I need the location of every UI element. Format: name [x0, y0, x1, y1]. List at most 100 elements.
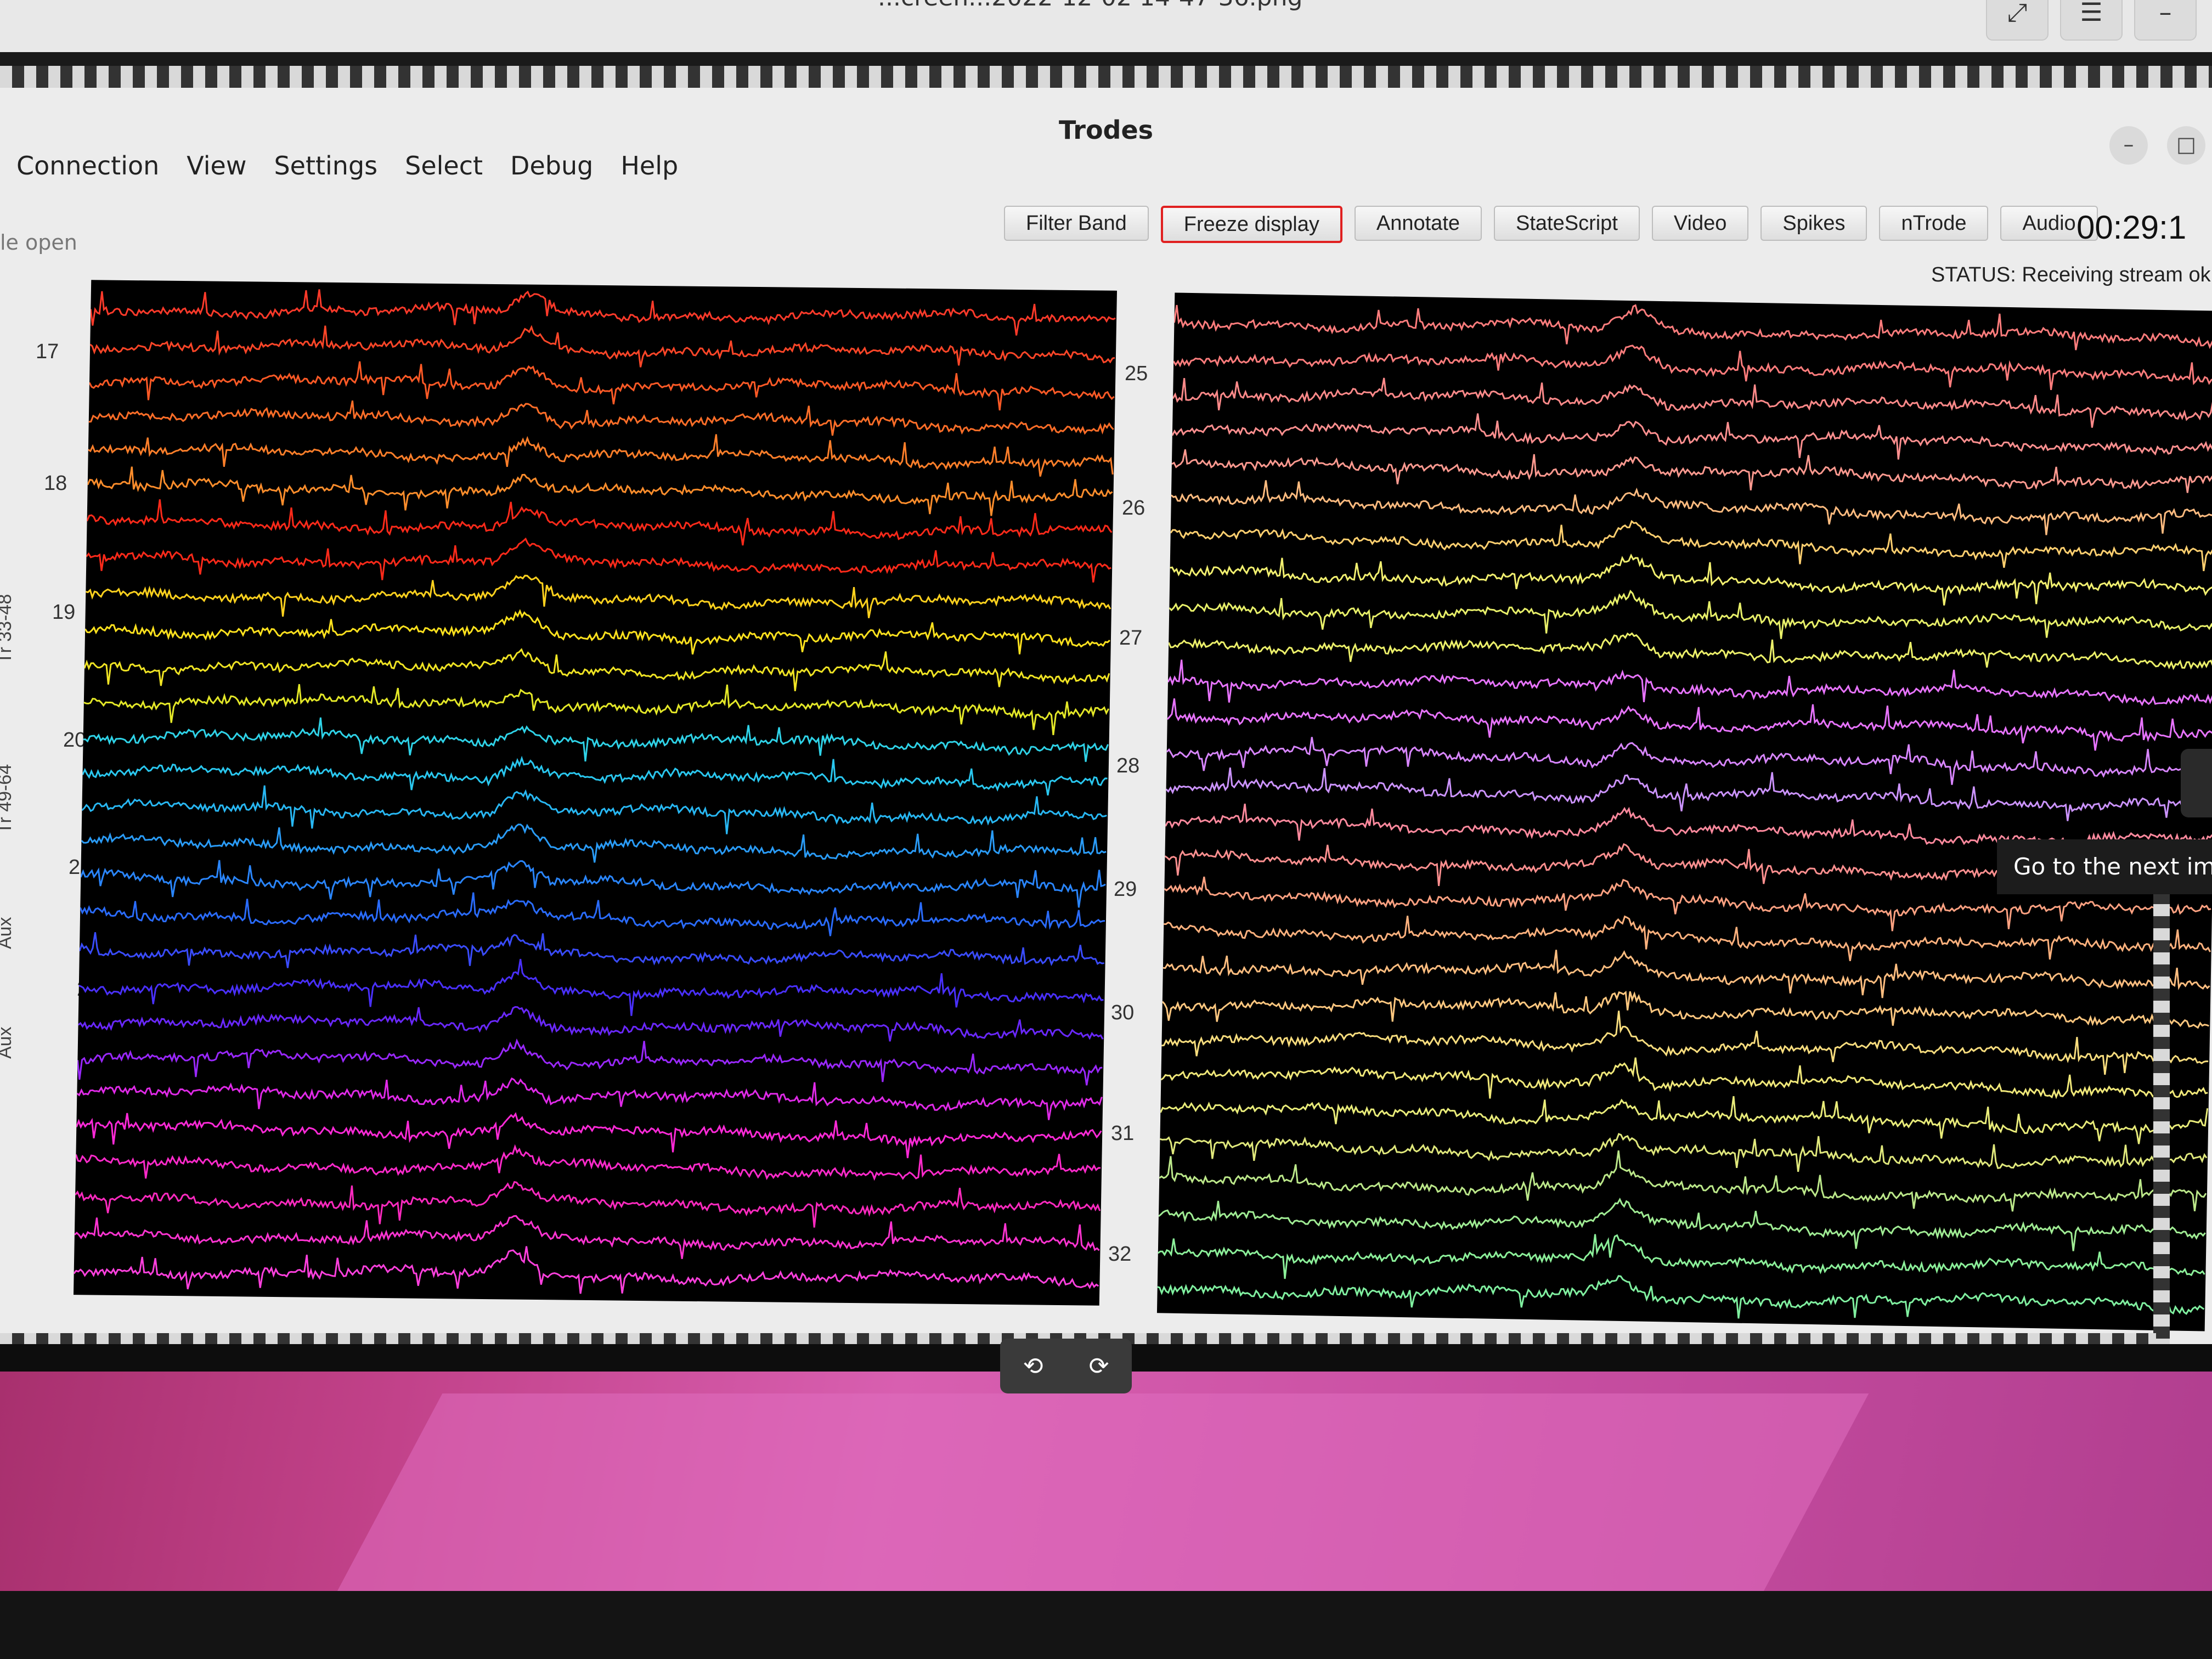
trace-line [1157, 1275, 2205, 1319]
trace-line [75, 1112, 1102, 1159]
next-image-tooltip: Go to the next ima [1997, 839, 2212, 894]
toolbar: Filter Band Freeze display Annotate Stat… [1004, 206, 2098, 243]
trace-line [1171, 413, 2212, 460]
wallpaper-shape [325, 1393, 1869, 1613]
status-text: STATUS: Receiving stream ok [1931, 263, 2211, 286]
trace-line [78, 932, 1104, 968]
trace-line [82, 755, 1108, 795]
trace-line [81, 785, 1107, 834]
trace-line [78, 958, 1104, 1016]
trace-line [1159, 1132, 2208, 1172]
viewer-minimize-button[interactable]: – [2134, 0, 2197, 41]
trace-line [1166, 698, 2212, 751]
side-tab-strip: Tr 33-48 Tr 49-64 Aux Aux [0, 280, 22, 1059]
trace-line [79, 892, 1105, 936]
trace-line [1157, 1234, 2205, 1279]
channel-label: 28 [1116, 754, 1140, 777]
rotate-right-icon[interactable]: ⟳ [1089, 1352, 1109, 1380]
trace-line [84, 609, 1110, 655]
rotate-controls: ⟲ ⟳ [1000, 1339, 1132, 1393]
trace-line [1170, 554, 2212, 606]
trace-line [89, 325, 1115, 368]
trace-line [1170, 480, 2212, 535]
menu-debug[interactable]: Debug [510, 145, 593, 189]
menu-select[interactable]: Select [405, 145, 483, 189]
trodes-window: Trodes – □ Connection View Settings Sele… [0, 88, 2212, 1344]
menu-settings[interactable]: Settings [274, 145, 377, 189]
tab-aux-2[interactable]: Aux [0, 1026, 16, 1059]
trace-line [1167, 632, 2212, 670]
trace-line [76, 1077, 1103, 1120]
trace-line [89, 289, 1116, 336]
monitor-bottom-bezel [0, 1591, 2212, 1659]
video-button[interactable]: Video [1651, 206, 1749, 241]
trace-line [73, 1246, 1099, 1294]
trace-line [81, 823, 1107, 863]
channel-label: 18 [44, 472, 67, 495]
trace-line [83, 717, 1109, 762]
transparency-border-top [0, 66, 2212, 88]
maximize-button[interactable]: □ [2167, 126, 2205, 165]
trace-line [85, 574, 1111, 618]
next-image-button[interactable] [2181, 749, 2212, 817]
menu-view[interactable]: View [187, 145, 246, 189]
channel-label: 31 [1111, 1122, 1135, 1145]
menubar: Connection View Settings Select Debug He… [16, 145, 678, 189]
menu-help[interactable]: Help [620, 145, 678, 189]
trace-line [1167, 659, 2212, 707]
transparency-border-right [2153, 850, 2170, 1399]
menu-connection[interactable]: Connection [16, 145, 159, 189]
trace-line [1158, 1198, 2206, 1251]
tab-tr-33-48[interactable]: Tr 33-48 [0, 594, 16, 664]
right-traces-plot [1157, 304, 2212, 1319]
annotate-button[interactable]: Annotate [1354, 206, 1482, 241]
file-status-label: le open [0, 230, 77, 255]
trace-line [83, 684, 1110, 736]
viewer-file-title: ...creen...2022-12-02 14-47-36.png [878, 0, 1302, 12]
channel-label: 32 [1108, 1243, 1132, 1266]
trace-line [74, 1181, 1101, 1228]
trace-line [1172, 345, 2212, 391]
filter-band-button[interactable]: Filter Band [1004, 206, 1149, 241]
fullscreen-button[interactable]: ⤢ [1986, 0, 2049, 41]
trace-line [75, 1144, 1101, 1181]
channel-label: 25 [1125, 362, 1148, 385]
channel-label: 30 [1111, 1001, 1135, 1024]
trace-line [1159, 1150, 2207, 1212]
freeze-display-button[interactable]: Freeze display [1160, 206, 1342, 243]
left-trace-panel[interactable] [73, 280, 1118, 1306]
trace-line [1164, 915, 2211, 961]
trace-line [1173, 304, 2212, 351]
window-title: Trodes [1058, 115, 1154, 145]
trace-line [1160, 1057, 2208, 1100]
trace-line [80, 860, 1106, 908]
tab-tr-49-64[interactable]: Tr 49-64 [0, 764, 16, 834]
image-viewer-header: ...creen...2022-12-02 14-47-36.png ⤢ ☰ – [0, 0, 2212, 52]
tab-aux-1[interactable]: Aux [0, 916, 16, 949]
elapsed-time-clock: 00:29:1 [2076, 209, 2187, 246]
trace-line [1171, 449, 2212, 493]
channel-label: 29 [1114, 878, 1137, 901]
trace-line [88, 400, 1114, 436]
trace-line [83, 648, 1110, 691]
viewer-menu-button[interactable]: ☰ [2060, 0, 2123, 41]
trace-line [86, 537, 1111, 583]
spikes-button[interactable]: Spikes [1760, 206, 1867, 241]
right-trace-panel[interactable] [1156, 292, 2212, 1331]
trace-line [1169, 589, 2212, 639]
channel-label: 26 [1122, 496, 1146, 520]
ntrode-button[interactable]: nTrode [1879, 206, 1989, 241]
statescript-button[interactable]: StateScript [1494, 206, 1640, 241]
trace-line [76, 1038, 1103, 1086]
channel-label: 17 [36, 340, 59, 363]
trace-line [77, 1006, 1104, 1042]
trace-line [1161, 990, 2209, 1029]
trace-line [74, 1215, 1100, 1259]
trace-line [86, 499, 1113, 546]
trace-line [1170, 520, 2212, 572]
minimize-button[interactable]: – [2109, 126, 2148, 165]
trace-line [1172, 377, 2212, 428]
left-traces-plot [73, 289, 1116, 1294]
trace-line [88, 361, 1115, 411]
rotate-left-icon[interactable]: ⟲ [1023, 1352, 1043, 1380]
